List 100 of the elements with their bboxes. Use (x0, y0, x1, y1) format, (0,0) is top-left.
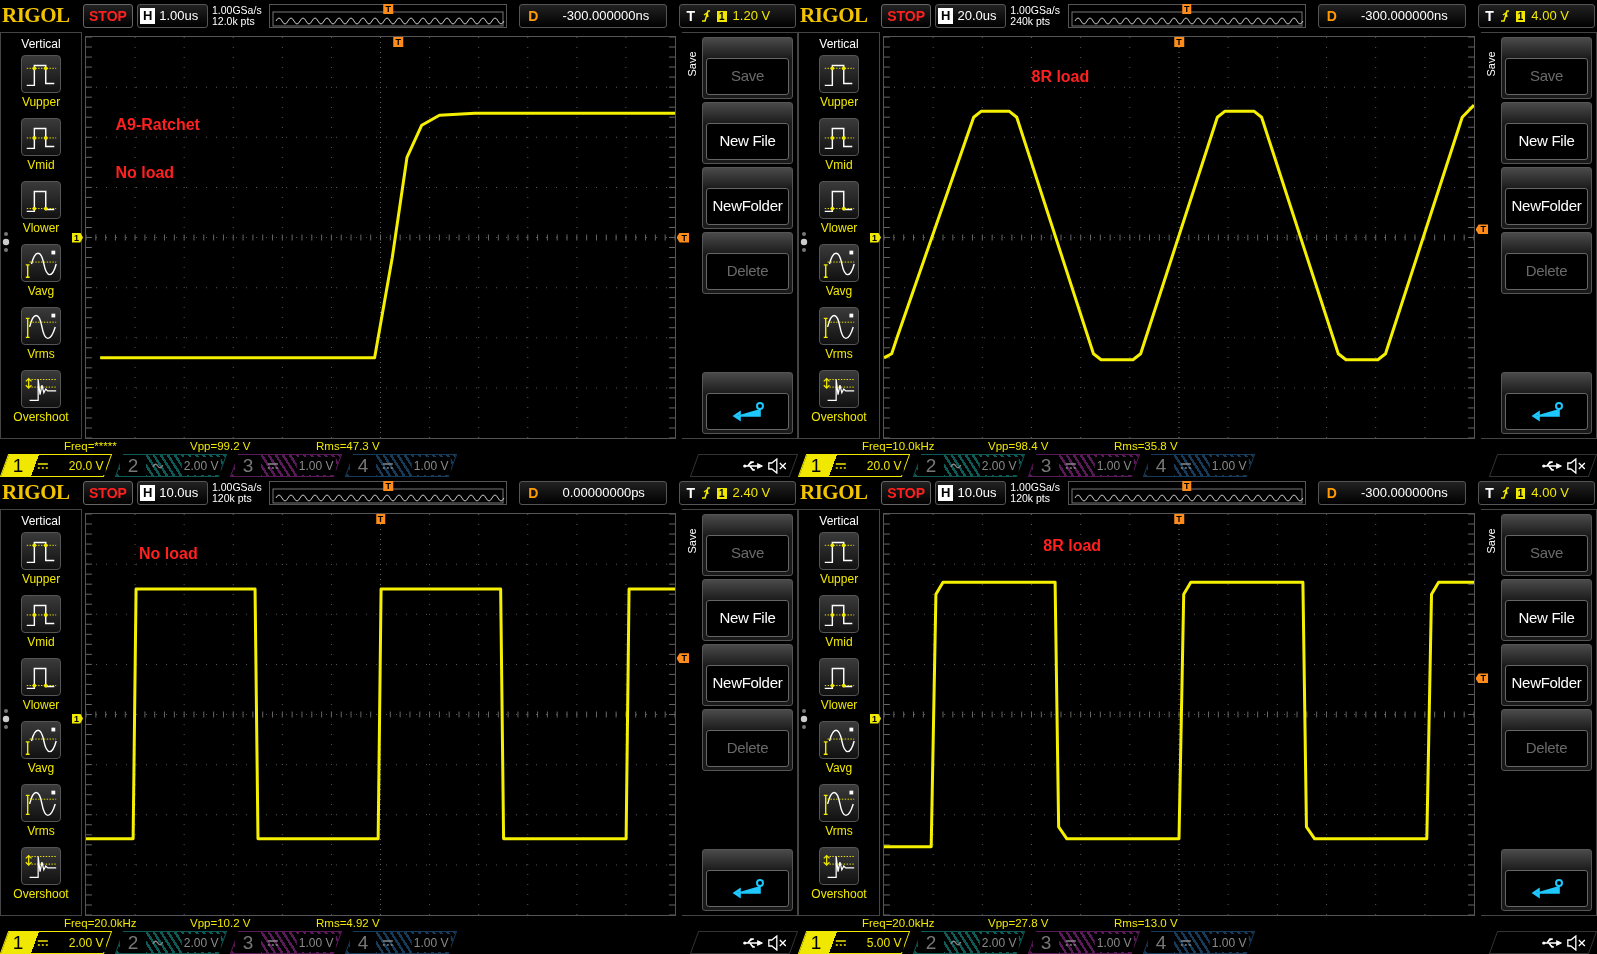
channel-scale: 1.00 V (412, 456, 451, 475)
channel-number: 4 (1148, 455, 1174, 476)
delay-box[interactable]: D -300.000000ns (1317, 481, 1467, 505)
channel-tab[interactable]: 2 2.00 V (114, 454, 228, 477)
page-indicator-icon (800, 230, 808, 254)
channel-tab[interactable]: 3 1.00 V (1027, 454, 1141, 477)
channel-tab[interactable]: 2 2.00 V (912, 454, 1026, 477)
page-indicator-icon (800, 707, 808, 731)
channel-tab[interactable]: 1 20.0 V (0, 454, 113, 477)
measure-label: Vmid (825, 634, 853, 651)
channel-tab[interactable]: 1 5.00 V (798, 931, 911, 954)
channel-tab[interactable]: 2 2.00 V (114, 931, 228, 954)
timebase-box[interactable]: H 10.0us (136, 481, 208, 505)
measure-button[interactable] (819, 784, 859, 822)
channel-number: 4 (1148, 932, 1174, 953)
measure-button[interactable] (21, 181, 61, 219)
channel-number: 1 (809, 932, 823, 953)
run-stop-button[interactable]: STOP (881, 481, 932, 505)
annotation-text: No load (139, 544, 198, 565)
measure-button[interactable] (819, 721, 859, 759)
measure-button[interactable] (21, 370, 61, 408)
measure-button[interactable] (21, 244, 61, 282)
run-stop-button[interactable]: STOP (881, 4, 932, 28)
trigger-box[interactable]: T 1 4.00 V (1478, 4, 1595, 28)
measure-button[interactable] (819, 181, 859, 219)
channel-number: 4 (350, 455, 376, 476)
softkey-button[interactable]: New File (702, 579, 793, 641)
measure-button[interactable] (819, 55, 859, 93)
delay-value: -300.000000ns (1360, 7, 1448, 26)
measure-button[interactable] (21, 532, 61, 570)
measure-button[interactable] (21, 595, 61, 633)
trigger-box[interactable]: T 1 1.20 V (679, 4, 796, 28)
rising-edge-icon (701, 486, 712, 500)
back-button[interactable] (1501, 372, 1592, 434)
channel-tab[interactable]: 4 1.00 V (1142, 454, 1256, 477)
measure-button[interactable] (21, 118, 61, 156)
measurement-text: Rms=13.0 V (1114, 916, 1179, 931)
mute-icon (1566, 457, 1586, 474)
softkey-button[interactable]: NewFolder (1501, 644, 1592, 706)
channel-tab[interactable]: 3 1.00 V (1027, 931, 1141, 954)
timebase-value: 10.0us (957, 484, 997, 503)
timebase-box[interactable]: H 10.0us (935, 481, 1007, 505)
channel-tab[interactable]: 1 2.00 V (0, 931, 113, 954)
softkey-button[interactable]: New File (1501, 579, 1592, 641)
measurement-text: Freq=10.0kHz (862, 439, 936, 454)
trigger-box[interactable]: T 1 2.40 V (679, 481, 796, 505)
back-button[interactable] (702, 849, 793, 911)
channel-scale: 2.00 V (980, 933, 1019, 952)
delay-box[interactable]: D 0.00000000ps (519, 481, 668, 505)
measure-button[interactable] (819, 532, 859, 570)
measure-label: Overshoot (13, 409, 69, 426)
channel-tab[interactable]: 4 1.00 V (344, 931, 458, 954)
timebase-box[interactable]: H 20.0us (935, 4, 1007, 28)
channel-tab[interactable]: 2 2.00 V (912, 931, 1026, 954)
measure-label: Vavg (825, 760, 853, 777)
measure-button[interactable] (21, 658, 61, 696)
measure-button[interactable] (21, 307, 61, 345)
measure-button[interactable] (21, 847, 61, 885)
delay-box[interactable]: D -300.000000ns (519, 4, 668, 28)
softkey-button[interactable]: NewFolder (1501, 167, 1592, 229)
menu-title: Vertical (21, 36, 61, 53)
channel-tab[interactable]: 3 1.00 V (229, 931, 343, 954)
measure-button[interactable] (21, 55, 61, 93)
channel-tab[interactable]: 4 1.00 V (1142, 931, 1256, 954)
channel-number: 3 (1033, 932, 1059, 953)
measure-button[interactable] (21, 784, 61, 822)
annotation-text: No load (115, 163, 175, 184)
memory-depth: 120k pts (212, 493, 253, 504)
trigger-box[interactable]: T 1 4.00 V (1478, 481, 1595, 505)
trigger-source: 1 (1515, 10, 1526, 22)
measure-label: Vlower (820, 697, 858, 714)
measure-label: Vmid (27, 157, 55, 174)
measure-button[interactable] (819, 244, 859, 282)
measure-button[interactable] (819, 307, 859, 345)
measure-label: Overshoot (811, 886, 867, 903)
timebase-label: H (139, 8, 156, 24)
trigger-position-marker: T (1182, 481, 1192, 491)
menu-title: Vertical (819, 513, 859, 530)
measure-button[interactable] (819, 370, 859, 408)
softkey-button[interactable]: NewFolder (702, 644, 793, 706)
measure-button[interactable] (21, 721, 61, 759)
channel-tab[interactable]: 1 20.0 V (798, 454, 911, 477)
softkey-button[interactable]: NewFolder (702, 167, 793, 229)
softkey-button[interactable]: New File (1501, 102, 1592, 164)
measure-button[interactable] (819, 658, 859, 696)
measurement-text: Vpp=99.2 V (190, 439, 252, 454)
timebase-box[interactable]: H 1.00us (136, 4, 208, 28)
run-stop-button[interactable]: STOP (83, 481, 133, 505)
trigger-position-marker: T (1174, 514, 1184, 524)
measure-button[interactable] (819, 118, 859, 156)
measure-button[interactable] (819, 847, 859, 885)
channel-tab[interactable]: 3 1.00 V (229, 454, 343, 477)
delay-value: -300.000000ns (562, 7, 650, 26)
delay-box[interactable]: D -300.000000ns (1317, 4, 1467, 28)
softkey-button[interactable]: New File (702, 102, 793, 164)
measure-button[interactable] (819, 595, 859, 633)
channel-tab[interactable]: 4 1.00 V (344, 454, 458, 477)
back-button[interactable] (1501, 849, 1592, 911)
run-stop-button[interactable]: STOP (83, 4, 133, 28)
back-button[interactable] (702, 372, 793, 434)
